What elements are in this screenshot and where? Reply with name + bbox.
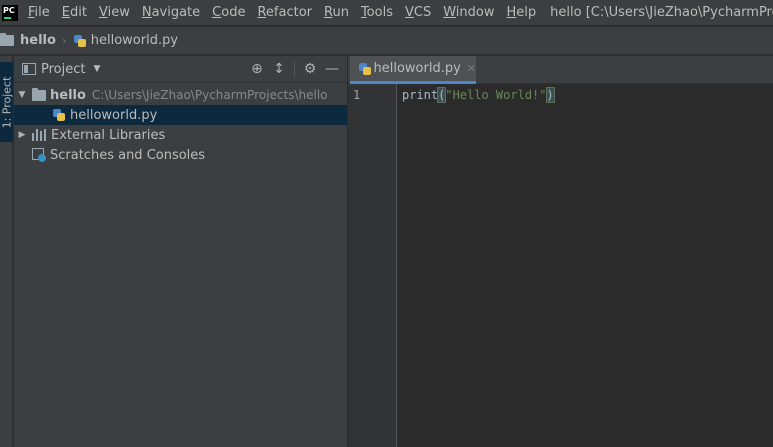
python-file-icon (52, 108, 66, 122)
tree-root-name: hello (50, 87, 86, 103)
locate-icon[interactable]: ⊕ (246, 58, 268, 80)
tool-tab-project-label: 1: Project (0, 76, 13, 128)
menu-tools-label: ools (366, 5, 393, 20)
project-view-selector[interactable]: Project (41, 62, 85, 77)
code-line[interactable]: print("Hello World!") (402, 87, 555, 103)
code-close-paren: ) (545, 87, 555, 103)
tree-root-path: C:\Users\JieZhao\PycharmProjects\hello (91, 88, 328, 102)
breadcrumb-file-label: helloworld.py (90, 33, 179, 48)
line-number: 1 (353, 88, 361, 102)
menu-code[interactable]: Code (208, 0, 249, 25)
project-panel-header: Project ▼ ⊕ ↕ ⚙ — (14, 56, 347, 83)
code-string: "Hello World!" (445, 88, 547, 102)
menu-run[interactable]: Run (320, 0, 353, 25)
menu-navigate-mnemonic: N (141, 5, 152, 20)
left-tool-strip: 1: Project (0, 56, 13, 447)
dropdown-caret-icon[interactable]: ▼ (93, 64, 100, 74)
menu-refactor-label: efactor (265, 5, 312, 20)
tree-item-project-root[interactable]: ▼ hello C:\Users\JieZhao\PycharmProjects… (14, 85, 347, 105)
project-panel-toolbar: ⊕ ↕ ⚙ — (246, 58, 343, 80)
breadcrumb-file[interactable]: helloworld.py (73, 33, 178, 48)
tree-item-helloworld[interactable]: helloworld.py (14, 105, 347, 125)
menu-navigate-label: avigate (151, 5, 201, 20)
menu-navigate[interactable]: Navigate (138, 0, 204, 25)
menu-refactor-mnemonic: R (257, 5, 266, 20)
expand-arrow-icon[interactable]: ▶ (16, 130, 28, 140)
menu-help-label: elp (516, 5, 537, 20)
minimize-icon[interactable]: — (321, 58, 343, 80)
menu-vcs-label: CS (413, 5, 432, 20)
python-file-icon (358, 62, 372, 76)
menu-tools[interactable]: Tools (357, 0, 397, 25)
tree-file-label: helloworld.py (70, 107, 158, 123)
project-tool-window: Project ▼ ⊕ ↕ ⚙ — ▼ hello C:\Users\JieZh… (14, 56, 347, 447)
menu-file[interactable]: File (24, 0, 54, 25)
menu-view-label: iew (107, 5, 130, 20)
menu-view[interactable]: View (95, 0, 134, 25)
expand-arrow-icon[interactable]: ▼ (16, 90, 28, 100)
tool-tab-project[interactable]: 1: Project (0, 62, 13, 142)
library-icon (32, 129, 46, 141)
python-file-icon (73, 34, 87, 48)
project-view-icon (22, 63, 36, 75)
menu-window-label: indow (455, 5, 495, 20)
menu-bar: PC File Edit View Navigate Code Refactor… (0, 0, 773, 25)
menu-file-label: ile (34, 5, 50, 20)
tree-external-label: External Libraries (51, 127, 166, 143)
menu-refactor[interactable]: Refactor (253, 0, 316, 25)
menu-edit-mnemonic: E (61, 5, 70, 20)
menu-vcs-mnemonic: V (404, 5, 414, 20)
collapse-all-icon[interactable]: ↕ (268, 58, 290, 80)
code-function: print (402, 88, 439, 102)
breadcrumb-separator-icon: › (61, 33, 67, 48)
menu-window[interactable]: Window (439, 0, 498, 25)
menu-help-mnemonic: H (506, 5, 517, 20)
menu-edit[interactable]: Edit (58, 0, 91, 25)
menu-help[interactable]: Help (503, 0, 541, 25)
toolbar-divider (294, 61, 295, 77)
tab-label: helloworld.py (373, 61, 461, 76)
breadcrumb-project[interactable]: hello (0, 33, 56, 48)
breadcrumb-project-label: hello (20, 33, 56, 48)
menu-run-label: un (332, 5, 349, 20)
folder-icon (32, 87, 46, 101)
pycharm-logo-icon: PC (2, 4, 18, 21)
editor-tab-bar: helloworld.py ✕ (348, 56, 773, 84)
menu-edit-label: dit (70, 5, 87, 20)
window-title: hello [C:\Users\JieZhao\PycharmProjects\… (550, 5, 773, 20)
code-editor[interactable]: print("Hello World!") (398, 84, 773, 447)
tree-scratches-label: Scratches and Consoles (50, 147, 206, 163)
gear-icon[interactable]: ⚙ (299, 58, 321, 80)
navigation-bar: hello › helloworld.py (0, 27, 773, 55)
menu-code-label: ode (221, 5, 246, 20)
menu-code-mnemonic: C (212, 5, 222, 20)
tree-item-scratches[interactable]: Scratches and Consoles (14, 145, 347, 165)
tab-helloworld[interactable]: helloworld.py ✕ (350, 56, 476, 84)
scratches-icon (32, 148, 46, 162)
menu-view-mnemonic: V (98, 5, 108, 20)
project-tree: ▼ hello C:\Users\JieZhao\PycharmProjects… (14, 83, 347, 165)
menu-vcs[interactable]: VCS (401, 0, 435, 25)
tree-item-external-libraries[interactable]: ▶ External Libraries (14, 125, 347, 145)
editor-gutter: 1 (348, 84, 397, 447)
close-icon[interactable]: ✕ (467, 62, 476, 75)
menu-window-mnemonic: W (443, 5, 456, 20)
folder-icon (0, 33, 14, 46)
